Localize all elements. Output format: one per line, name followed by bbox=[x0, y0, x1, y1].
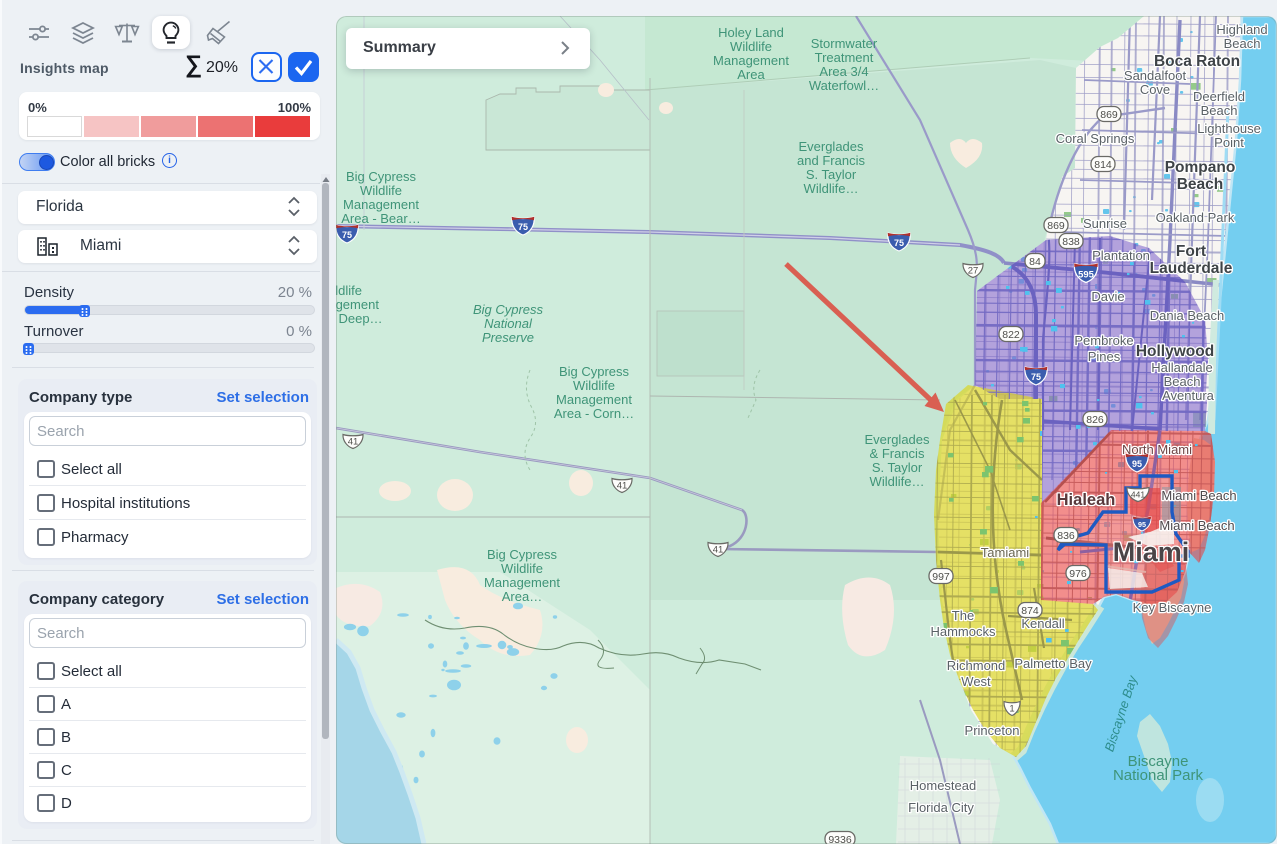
svg-text:Hialeah: Hialeah bbox=[1057, 491, 1116, 509]
svg-text:Coral Springs: Coral Springs bbox=[1056, 131, 1135, 146]
svg-text:Aventura: Aventura bbox=[1162, 388, 1215, 403]
svg-text:Miami Beach: Miami Beach bbox=[1161, 488, 1236, 503]
svg-text:Sunrise: Sunrise bbox=[1083, 216, 1127, 231]
svg-text:The: The bbox=[952, 608, 974, 623]
svg-text:Miami Beach: Miami Beach bbox=[1159, 518, 1234, 533]
svg-text:874: 874 bbox=[1021, 605, 1039, 617]
svg-text:75: 75 bbox=[894, 238, 904, 248]
svg-text:Hammocks: Hammocks bbox=[930, 624, 996, 639]
svg-text:41: 41 bbox=[617, 481, 628, 492]
svg-text:Deerfield: Deerfield bbox=[1193, 89, 1245, 104]
svg-text:75: 75 bbox=[342, 230, 352, 240]
svg-text:Big CypressWildlifeManagementA: Big CypressWildlifeManagementArea - Bear… bbox=[341, 169, 420, 226]
svg-text:Pompano: Pompano bbox=[1165, 159, 1236, 176]
svg-text:Pines: Pines bbox=[1088, 349, 1121, 364]
svg-text:Lighthouse: Lighthouse bbox=[1197, 121, 1261, 136]
svg-text:75: 75 bbox=[518, 222, 528, 232]
svg-text:Everglades& FrancisS. TaylorWi: Everglades& FrancisS. TaylorWildlife… bbox=[864, 432, 930, 489]
svg-text:Cove: Cove bbox=[1140, 82, 1170, 97]
svg-text:84: 84 bbox=[1029, 256, 1041, 268]
svg-text:Fort: Fort bbox=[1176, 243, 1206, 260]
svg-text:Tamiami: Tamiami bbox=[981, 545, 1030, 560]
svg-text:441: 441 bbox=[1131, 490, 1145, 500]
svg-text:Highland: Highland bbox=[1216, 22, 1267, 37]
svg-text:Plantation: Plantation bbox=[1092, 248, 1150, 263]
svg-text:Beach: Beach bbox=[1177, 176, 1224, 193]
svg-text:Beach: Beach bbox=[1201, 103, 1238, 118]
svg-text:595: 595 bbox=[1078, 269, 1094, 280]
svg-text:Pembroke: Pembroke bbox=[1074, 333, 1133, 348]
svg-text:Dania Beach: Dania Beach bbox=[1150, 308, 1224, 323]
svg-text:Sandalfoot: Sandalfoot bbox=[1124, 68, 1187, 83]
svg-text:826: 826 bbox=[1086, 414, 1104, 426]
svg-text:95: 95 bbox=[1132, 459, 1142, 469]
svg-text:869: 869 bbox=[1100, 109, 1118, 121]
svg-text:StormwaterTreatmentArea 3/4Wat: StormwaterTreatmentArea 3/4Waterfowl… bbox=[809, 36, 879, 93]
svg-text:Lauderdale: Lauderdale bbox=[1150, 260, 1233, 277]
svg-text:822: 822 bbox=[1002, 329, 1020, 341]
svg-text:Point: Point bbox=[1214, 135, 1244, 150]
svg-text:West: West bbox=[961, 674, 991, 689]
svg-text:1: 1 bbox=[1009, 704, 1014, 715]
svg-text:Davie: Davie bbox=[1091, 289, 1124, 304]
svg-text:Beach: Beach bbox=[1164, 374, 1201, 389]
svg-text:Big CypressWildlifeManagementA: Big CypressWildlifeManagementArea - Corn… bbox=[554, 364, 634, 421]
svg-text:836: 836 bbox=[1057, 530, 1075, 542]
svg-text:Florida City: Florida City bbox=[908, 800, 974, 815]
svg-text:Hollywood: Hollywood bbox=[1136, 343, 1214, 360]
svg-text:Miami: Miami bbox=[1113, 537, 1190, 567]
svg-text:Evergladesand FrancisS. Taylor: Evergladesand FrancisS. TaylorWildlife… bbox=[797, 139, 865, 196]
svg-text:Kendall: Kendall bbox=[1021, 616, 1064, 631]
svg-text:997: 997 bbox=[932, 571, 950, 583]
svg-text:869: 869 bbox=[1047, 220, 1065, 232]
svg-text:Beach: Beach bbox=[1224, 36, 1261, 51]
svg-text:814: 814 bbox=[1094, 159, 1112, 171]
svg-text:41: 41 bbox=[348, 437, 359, 448]
svg-text:Key Biscayne: Key Biscayne bbox=[1133, 600, 1212, 615]
svg-text:Hallandale: Hallandale bbox=[1151, 360, 1212, 375]
svg-text:Homestead: Homestead bbox=[910, 778, 976, 793]
svg-text:75: 75 bbox=[1031, 372, 1041, 382]
svg-text:976: 976 bbox=[1069, 568, 1087, 580]
svg-text:41: 41 bbox=[713, 545, 724, 556]
svg-text:9336: 9336 bbox=[828, 834, 852, 844]
svg-text:27: 27 bbox=[968, 266, 979, 277]
svg-text:95: 95 bbox=[1138, 520, 1146, 529]
svg-text:Princeton: Princeton bbox=[965, 723, 1020, 738]
svg-text:Oakland Park: Oakland Park bbox=[1156, 210, 1235, 225]
svg-text:Richmond: Richmond bbox=[947, 658, 1006, 673]
svg-text:838: 838 bbox=[1062, 236, 1080, 248]
svg-text:Palmetto Bay: Palmetto Bay bbox=[1014, 656, 1092, 671]
